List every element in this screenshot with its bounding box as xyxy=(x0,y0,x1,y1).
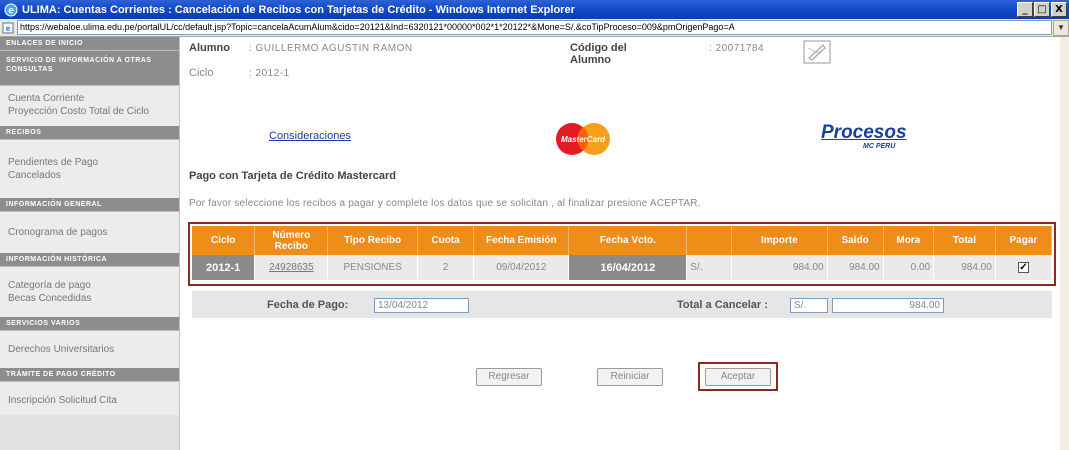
sidebar-header-info-general[interactable]: INFORMACIÓN GENERAL xyxy=(0,198,179,212)
col-header-importe: Importe xyxy=(731,226,828,255)
window-title: ULIMA: Cuentas Corrientes : Cancelación … xyxy=(22,3,575,16)
sidebar-item-pendientes[interactable]: Pendientes de Pago xyxy=(0,156,179,169)
total-cancelar-field: 984.00 xyxy=(832,298,944,313)
maximize-button[interactable]: □ xyxy=(1034,2,1050,17)
sidebar-header-servicio-informacion[interactable]: SERVICIO DE INFORMACIÓN A OTRAS CONSULTA… xyxy=(0,51,179,86)
cell-moneda: S/. xyxy=(686,255,733,280)
procesos-logo: Procesos xyxy=(821,122,907,143)
svg-text:e: e xyxy=(8,5,14,16)
student-code-label: Código del Alumno xyxy=(570,42,627,66)
sidebar-header-enlaces[interactable]: ENLACES DE INICIO xyxy=(0,37,179,51)
vertical-scrollbar[interactable] xyxy=(1060,37,1069,450)
col-header-emision: Fecha Emisión xyxy=(473,226,570,255)
cell-numero-recibo[interactable]: 24928635 xyxy=(254,255,329,280)
cell-fecha-emision: 09/04/2012 xyxy=(473,255,570,280)
cell-saldo: 984.00 xyxy=(827,255,884,280)
cell-tipo-recibo: PENSIONES xyxy=(327,255,418,280)
fecha-pago-label: Fecha de Pago: xyxy=(267,299,349,311)
considerations-link[interactable]: Consideraciones xyxy=(269,130,351,142)
sidebar-header-info-historica[interactable]: INFORMACIÓN HISTÓRICA xyxy=(0,253,179,267)
sidebar-header-recibos[interactable]: RECIBOS xyxy=(0,126,179,140)
envelope-icon[interactable] xyxy=(803,40,831,64)
page-icon: e xyxy=(2,22,14,33)
procesos-logo-sub: MC PERU xyxy=(863,143,896,150)
cell-mora: 0.00 xyxy=(883,255,935,280)
main-content: Alumno : GUILLERMO AGUSTIN RAMON Código … xyxy=(181,37,1069,450)
svg-text:e: e xyxy=(6,24,11,33)
cell-cuota: 2 xyxy=(417,255,475,280)
pagar-checkbox[interactable]: ✓ xyxy=(1017,262,1029,273)
aceptar-button[interactable]: Aceptar xyxy=(705,368,771,386)
regresar-button[interactable]: Regresar xyxy=(476,368,542,386)
fecha-pago-input[interactable]: 13/04/2012 xyxy=(374,298,469,313)
col-header-mora: Mora xyxy=(883,226,935,255)
student-code-value: : 20071784 xyxy=(709,43,765,54)
sidebar: ENLACES DE INICIO SERVICIO DE INFORMACIÓ… xyxy=(0,37,180,450)
sidebar-header-servicios-varios[interactable]: SERVICIOS VARIOS xyxy=(0,317,179,331)
col-header-vencimiento: Fecha Vcto. xyxy=(568,226,688,255)
svg-text:MasterCard: MasterCard xyxy=(561,135,606,144)
cell-pagar: ✓ xyxy=(995,255,1053,280)
table-header-row: Ciclo Número Recibo Tipo Recibo Cuota Fe… xyxy=(192,226,1053,255)
window-title-bar: e ULIMA: Cuentas Corrientes : Cancelació… xyxy=(0,0,1069,19)
url-field[interactable]: https://webaloe.ulima.edu.pe/portalUL/cc… xyxy=(17,20,1052,35)
sidebar-item-derechos[interactable]: Derechos Universitarios xyxy=(0,343,179,356)
table-row: 2012-1 24928635 PENSIONES 2 09/04/2012 1… xyxy=(192,255,1053,280)
col-header-total: Total xyxy=(933,226,996,255)
reiniciar-button[interactable]: Reiniciar xyxy=(597,368,663,386)
cell-importe: 984.00 xyxy=(731,255,828,280)
col-header-moneda xyxy=(686,226,733,255)
close-button[interactable]: X xyxy=(1051,2,1067,17)
sidebar-item-becas[interactable]: Becas Concedidas xyxy=(0,292,179,305)
cycle-label: Ciclo xyxy=(189,67,214,79)
sidebar-header-tramite-credito[interactable]: TRÁMITE DE PAGO CRÉDITO xyxy=(0,368,179,382)
payment-section-title: Pago con Tarjeta de Crédito Mastercard xyxy=(189,170,397,182)
cell-fecha-vencimiento: 16/04/2012 xyxy=(568,255,688,280)
sidebar-item-cancelados[interactable]: Cancelados xyxy=(0,169,179,182)
col-header-numero: Número Recibo xyxy=(254,226,329,255)
student-name-value: : GUILLERMO AGUSTIN RAMON xyxy=(249,43,413,54)
cell-ciclo: 2012-1 xyxy=(192,255,256,280)
col-header-ciclo: Ciclo xyxy=(192,226,256,255)
sidebar-item-proyeccion-costo[interactable]: Proyección Costo Total de Ciclo xyxy=(0,105,179,118)
student-name-label: Alumno xyxy=(189,42,230,54)
mastercard-logo: MasterCard xyxy=(556,123,610,155)
col-header-saldo: Saldo xyxy=(827,226,884,255)
sidebar-item-cuenta-corriente[interactable]: Cuenta Corriente xyxy=(0,92,179,105)
sidebar-item-inscripcion[interactable]: Inscripción Solicitud Cita xyxy=(0,394,179,407)
total-cancelar-label: Total a Cancelar : xyxy=(677,299,768,311)
minimize-button[interactable]: _ xyxy=(1017,2,1033,17)
address-bar: e https://webaloe.ulima.edu.pe/portalUL/… xyxy=(0,19,1069,37)
internet-explorer-icon: e xyxy=(4,3,18,16)
total-currency-field: S/. xyxy=(790,298,828,313)
payment-instructions: Por favor seleccione los recibos a pagar… xyxy=(189,198,701,209)
col-header-tipo: Tipo Recibo xyxy=(327,226,418,255)
receipts-table: Ciclo Número Recibo Tipo Recibo Cuota Fe… xyxy=(192,226,1053,280)
col-header-pagar: Pagar xyxy=(995,226,1053,255)
col-header-cuota: Cuota xyxy=(417,226,475,255)
sidebar-item-cronograma[interactable]: Cronograma de pagos xyxy=(0,226,179,239)
chevron-down-icon[interactable]: ▼ xyxy=(1053,19,1069,36)
cell-total: 984.00 xyxy=(933,255,996,280)
cycle-value: : 2012-1 xyxy=(249,68,290,79)
sidebar-item-categoria[interactable]: Categoría de pago xyxy=(0,279,179,292)
